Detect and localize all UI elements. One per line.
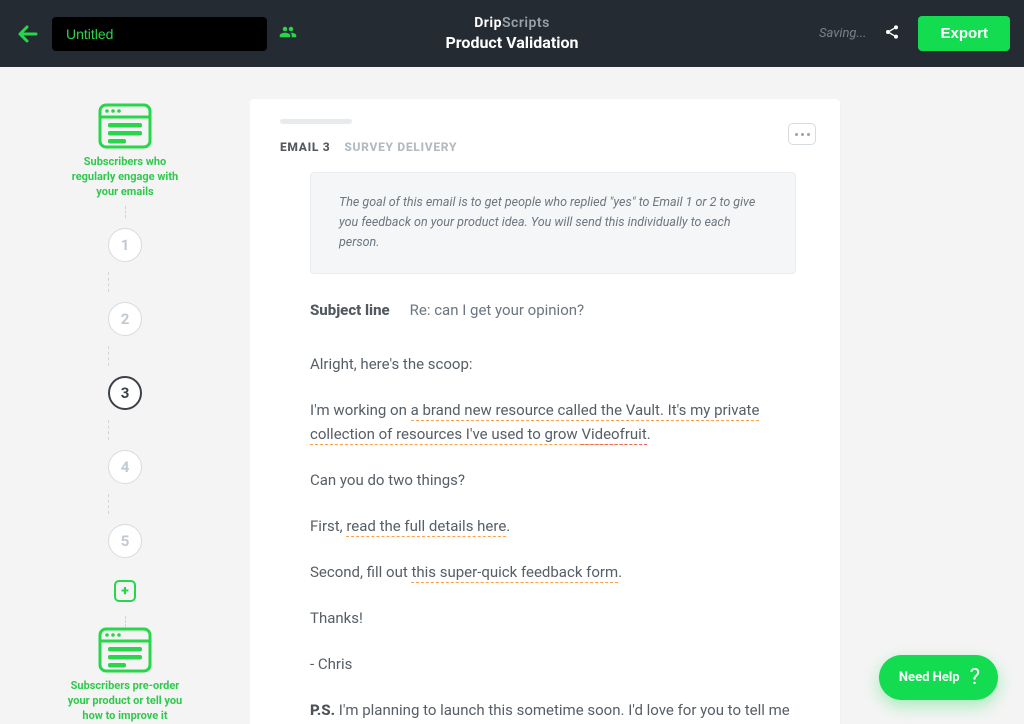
help-label: Need Help	[899, 670, 960, 685]
export-button[interactable]: Export	[918, 16, 1010, 51]
share-button[interactable]	[884, 24, 900, 44]
flow-connector	[108, 272, 109, 292]
step-1[interactable]: 1	[108, 228, 142, 262]
body-paragraph[interactable]: Second, fill out this super-quick feedba…	[310, 560, 796, 584]
email-hint-box: The goal of this email is to get people …	[310, 172, 796, 274]
step-5[interactable]: 5	[108, 524, 142, 558]
email-menu-button[interactable]	[788, 123, 816, 145]
brand-center: DripScripts Product Validation	[445, 15, 578, 52]
step-3[interactable]: 3	[108, 376, 142, 410]
step-2[interactable]: 2	[108, 302, 142, 336]
email-number-label: EMAIL 3	[280, 140, 330, 154]
steps-sidebar: Subscribers who regularly engage with yo…	[0, 67, 250, 724]
body-paragraph[interactable]: - Chris	[310, 652, 796, 676]
body-paragraph[interactable]: Can you do two things?	[310, 468, 796, 492]
body-paragraph[interactable]: P.S. I'm planning to launch this sometim…	[310, 698, 796, 724]
flow-connector	[125, 206, 126, 218]
body-paragraph[interactable]: First, read the full details here.	[310, 514, 796, 538]
add-step-button[interactable]: +	[114, 580, 136, 602]
flow-connector	[108, 420, 109, 440]
flow-connector	[108, 346, 109, 366]
body-paragraph[interactable]: Thanks!	[310, 606, 796, 630]
editable-token[interactable]: read the full details here	[346, 517, 506, 537]
flow-connector	[125, 616, 126, 628]
collaborators-button[interactable]	[279, 23, 297, 45]
flow-end-caption: Subscribers pre-order your product or te…	[65, 679, 185, 724]
subject-value[interactable]: Re: can I get your opinion?	[410, 298, 584, 322]
email-editor-card: EMAIL 3 SURVEY DELIVERY The goal of this…	[250, 99, 840, 724]
people-icon	[279, 23, 297, 41]
share-icon	[884, 24, 900, 40]
arrow-left-icon	[16, 22, 40, 46]
flow-connector	[108, 494, 109, 514]
email-body-editor[interactable]: Subject line Re: can I get your opinion?…	[280, 298, 810, 724]
editable-token[interactable]: this super-quick feedback form	[411, 563, 618, 583]
email-name-label: SURVEY DELIVERY	[344, 140, 457, 154]
save-status: Saving...	[819, 26, 866, 41]
email-start-icon	[98, 103, 152, 149]
body-paragraph[interactable]: Alright, here's the scoop:	[310, 352, 796, 376]
flow-start-caption: Subscribers who regularly engage with yo…	[65, 155, 185, 200]
app-header: DripScripts Product Validation Saving...…	[0, 0, 1024, 67]
sequence-type-title: Product Validation	[445, 33, 578, 52]
brand-wordmark: DripScripts	[445, 15, 578, 31]
help-button[interactable]: Need Help ?	[879, 655, 998, 700]
step-4[interactable]: 4	[108, 450, 142, 484]
subject-label: Subject line	[310, 298, 390, 322]
sequence-title-input[interactable]	[52, 17, 267, 51]
body-paragraph[interactable]: I'm working on a brand new resource call…	[310, 398, 796, 446]
help-icon: ?	[970, 665, 980, 690]
progress-rail	[280, 119, 352, 124]
back-button[interactable]	[14, 20, 42, 48]
email-end-icon	[98, 627, 152, 673]
